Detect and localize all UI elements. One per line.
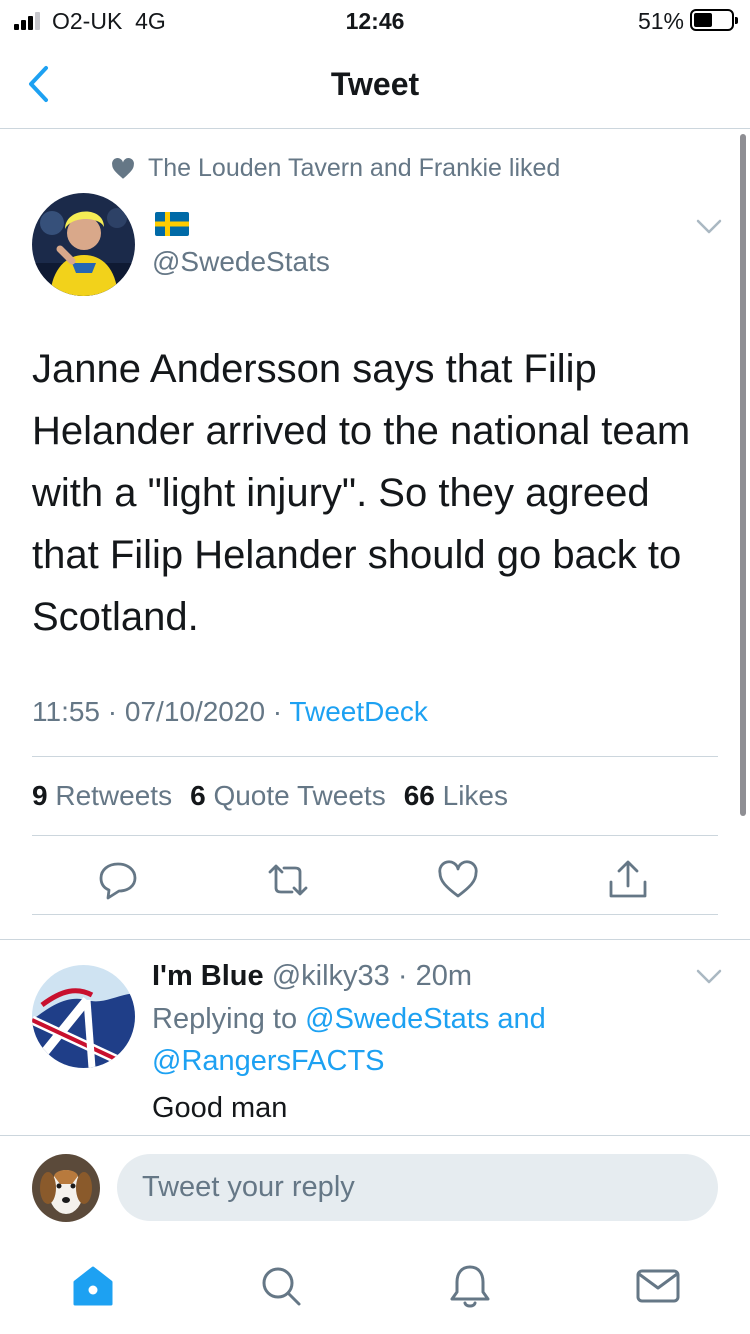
status-bar: O2-UK 4G 12:46 51% [0,0,750,40]
home-icon[interactable] [69,1262,117,1310]
social-context[interactable]: The Louden Tavern and Frankie liked [110,154,560,183]
chevron-down-icon[interactable] [695,968,723,986]
reply-input[interactable] [117,1154,718,1221]
battery-icon [690,9,738,31]
reply-icon[interactable] [96,858,140,902]
like-icon[interactable] [436,858,480,902]
navigation-bar: Tweet [0,40,750,129]
chevron-down-icon[interactable] [695,218,723,236]
share-icon[interactable] [606,858,650,902]
heart-icon [112,157,134,179]
divider [32,835,718,836]
tweet-stats: 9 Retweets 6 Quote Tweets 66 Likes [32,780,508,812]
reply-text: Good man [152,1092,288,1124]
page-title: Tweet [330,66,420,102]
reply-author-name[interactable]: I'm Blue [152,960,264,992]
divider [32,756,718,757]
divider [32,914,718,915]
tweet-source-link[interactable]: TweetDeck [289,696,428,727]
tweet-actions [0,852,750,908]
reply-header: I'm Blue @kilky33 · 20m [152,960,472,992]
reply-composer [0,1135,750,1230]
reply-author-handle[interactable]: @kilky33 [272,960,390,992]
author-handle[interactable]: @SwedeStats [152,246,330,278]
quote-tweets-stat[interactable]: 6 Quote Tweets [190,780,386,812]
social-context-label: The Louden Tavern and Frankie liked [148,154,561,182]
tweet-time: 11:55 [32,696,100,727]
scrollbar[interactable] [740,134,746,816]
search-icon[interactable] [257,1262,305,1310]
sweden-flag-icon [155,212,189,236]
tab-bar [0,1240,750,1334]
replying-to: Replying to @SwedeStats and @RangersFACT… [152,1003,546,1077]
author-avatar[interactable] [32,193,135,296]
tweet-metadata: 11:55 · 07/10/2020 · TweetDeck [32,696,428,727]
retweets-stat[interactable]: 9 Retweets [32,780,172,812]
section-divider [0,939,750,940]
tweet-text: Janne Andersson says that Filip Helander… [32,347,691,639]
notifications-icon[interactable] [446,1262,494,1310]
messages-icon[interactable] [634,1262,682,1310]
reply-author-avatar[interactable] [32,965,135,1068]
tweet-date: 07/10/2020 [124,696,266,727]
likes-stat[interactable]: 66 Likes [404,780,508,812]
retweet-icon[interactable] [266,858,310,902]
reply-age: 20m [415,960,472,992]
battery-percentage: 51% [637,8,684,34]
user-avatar[interactable] [32,1154,100,1222]
